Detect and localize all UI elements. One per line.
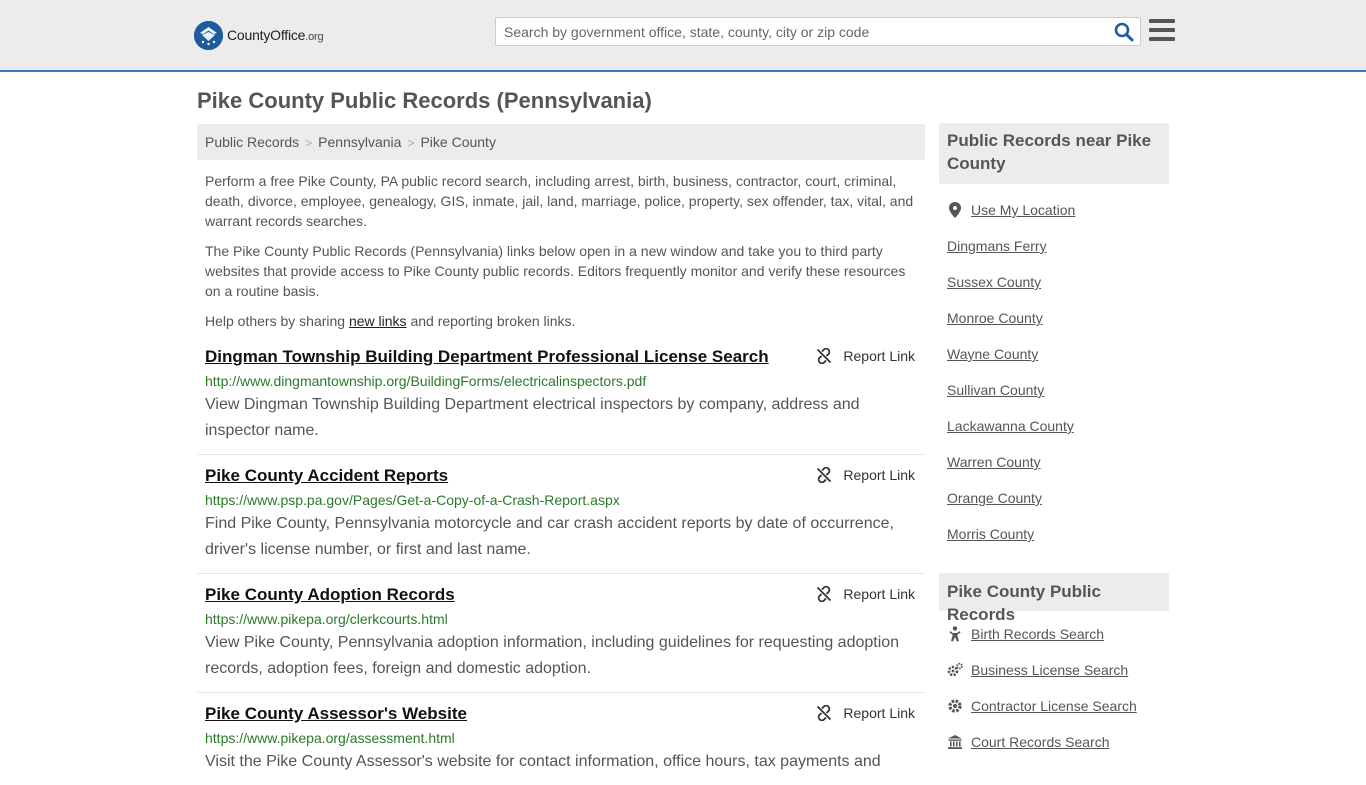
record-title-link[interactable]: Pike County Accident Reports	[205, 465, 917, 487]
nearby-link-morris-county[interactable]: Morris County	[947, 526, 1034, 542]
intro-p3-before: Help others by sharing	[205, 313, 349, 329]
list-item: Sullivan County	[947, 372, 1161, 408]
list-item: Sussex County	[947, 264, 1161, 300]
record-description: Visit the Pike County Assessor's website…	[205, 753, 881, 770]
logo-text: CountyOffice.org	[227, 27, 324, 43]
report-link-button[interactable]: Report Link	[816, 705, 915, 721]
record-title-link[interactable]: Pike County Adoption Records	[205, 584, 917, 606]
nearby-link-lackawanna-county[interactable]: Lackawanna County	[947, 418, 1074, 434]
report-link-button[interactable]: Report Link	[816, 467, 915, 483]
list-item: Morris County	[947, 516, 1161, 552]
search-box	[495, 17, 1141, 46]
record-url-link[interactable]: https://www.pikepa.org/clerkcourts.html	[205, 610, 917, 628]
gear-icon	[947, 698, 963, 714]
search-icon	[1114, 22, 1134, 42]
courthouse-icon	[947, 734, 963, 750]
broken-link-icon	[817, 348, 832, 364]
county-records-heading: Pike County Public Records	[939, 573, 1169, 624]
use-my-location-link[interactable]: Use My Location	[971, 202, 1075, 218]
birth-records-search-link[interactable]: Birth Records Search	[971, 626, 1104, 642]
record-item: Pike County Assessor's Website https://w…	[197, 693, 925, 785]
record-url-link[interactable]: http://www.dingmantownship.org/BuildingF…	[205, 372, 917, 390]
list-item: Lackawanna County	[947, 408, 1161, 444]
record-item: Pike County Accident Reports https://www…	[197, 455, 925, 574]
nearby-records-heading: Public Records near Pike County	[939, 123, 1169, 184]
record-description: View Pike County, Pennsylvania adoption …	[205, 634, 900, 677]
record-url-link[interactable]: https://www.pikepa.org/assessment.html	[205, 729, 917, 747]
breadcrumb-pennsylvania[interactable]: Pennsylvania	[318, 134, 401, 150]
record-item: Pike County Adoption Records https://www…	[197, 574, 925, 693]
county-records-list: Birth Records Search Business License Se…	[939, 616, 1169, 760]
logo-suffix-text: .org	[305, 31, 324, 43]
site-header: CountyOffice.org	[0, 0, 1366, 72]
report-link-label: Report Link	[843, 348, 915, 364]
baby-icon	[947, 626, 963, 642]
nearby-link-dingmans-ferry[interactable]: Dingmans Ferry	[947, 238, 1047, 254]
list-item: Dingmans Ferry	[947, 228, 1161, 264]
breadcrumb-separator: >	[305, 136, 313, 150]
intro-text: Perform a free Pike County, PA public re…	[197, 160, 925, 331]
record-description: Find Pike County, Pennsylvania motorcycl…	[205, 515, 894, 558]
report-link-label: Report Link	[843, 467, 915, 483]
seal-icon	[194, 20, 223, 50]
list-item: Wayne County	[947, 336, 1161, 372]
intro-paragraph-1: Perform a free Pike County, PA public re…	[205, 173, 914, 229]
new-links-link[interactable]: new links	[349, 313, 407, 329]
logo-main-text: CountyOffice	[227, 27, 306, 43]
nearby-link-monroe-county[interactable]: Monroe County	[947, 310, 1043, 326]
record-url-link[interactable]: https://www.psp.pa.gov/Pages/Get-a-Copy-…	[205, 491, 917, 509]
site-logo[interactable]: CountyOffice.org	[194, 20, 324, 50]
record-description: View Dingman Township Building Departmen…	[205, 396, 860, 439]
list-item: Orange County	[947, 480, 1161, 516]
record-title-link[interactable]: Dingman Township Building Department Pro…	[205, 346, 917, 368]
map-marker-icon	[947, 202, 963, 218]
report-link-button[interactable]: Report Link	[816, 586, 915, 602]
sidebar: Public Records near Pike County Use My L…	[939, 123, 1169, 760]
nearby-link-sullivan-county[interactable]: Sullivan County	[947, 382, 1044, 398]
breadcrumb-separator: >	[407, 136, 415, 150]
report-link-label: Report Link	[843, 705, 915, 721]
contractor-license-search-link[interactable]: Contractor License Search	[971, 698, 1137, 714]
nearby-link-warren-county[interactable]: Warren County	[947, 454, 1041, 470]
nearby-link-wayne-county[interactable]: Wayne County	[947, 346, 1038, 362]
list-item: Monroe County	[947, 300, 1161, 336]
intro-paragraph-3: Help others by sharing new links and rep…	[205, 311, 917, 331]
list-item: Court Records Search	[947, 724, 1161, 760]
nearby-link-sussex-county[interactable]: Sussex County	[947, 274, 1041, 290]
broken-link-icon	[817, 586, 832, 602]
list-item: Business License Search	[947, 652, 1161, 688]
page-title: Pike County Public Records (Pennsylvania…	[197, 88, 652, 113]
breadcrumb: Public Records > Pennsylvania > Pike County	[197, 124, 925, 160]
intro-paragraph-2: The Pike County Public Records (Pennsylv…	[205, 243, 906, 299]
business-license-search-link[interactable]: Business License Search	[971, 662, 1128, 678]
main-content: Public Records > Pennsylvania > Pike County …	[197, 124, 925, 785]
breadcrumb-public-records[interactable]: Public Records	[205, 134, 299, 150]
search-input[interactable]	[496, 18, 1106, 45]
list-item: Warren County	[947, 444, 1161, 480]
breadcrumb-pike-county[interactable]: Pike County	[420, 134, 495, 150]
nearby-link-orange-county[interactable]: Orange County	[947, 490, 1042, 506]
list-item: Use My Location	[947, 192, 1161, 228]
report-link-button[interactable]: Report Link	[816, 348, 915, 364]
nearby-list: Use My Location Dingmans Ferry Sussex Co…	[939, 192, 1169, 552]
court-records-search-link[interactable]: Court Records Search	[971, 734, 1110, 750]
record-title-link[interactable]: Pike County Assessor's Website	[205, 703, 917, 725]
intro-p3-after: and reporting broken links.	[406, 313, 576, 329]
broken-link-icon	[817, 467, 832, 483]
record-item: Dingman Township Building Department Pro…	[197, 341, 925, 455]
list-item: Contractor License Search	[947, 688, 1161, 724]
broken-link-icon	[817, 705, 832, 721]
report-link-label: Report Link	[843, 586, 915, 602]
search-button[interactable]	[1114, 22, 1134, 42]
hamburger-menu-icon[interactable]	[1149, 19, 1175, 43]
gears-icon	[947, 662, 963, 678]
